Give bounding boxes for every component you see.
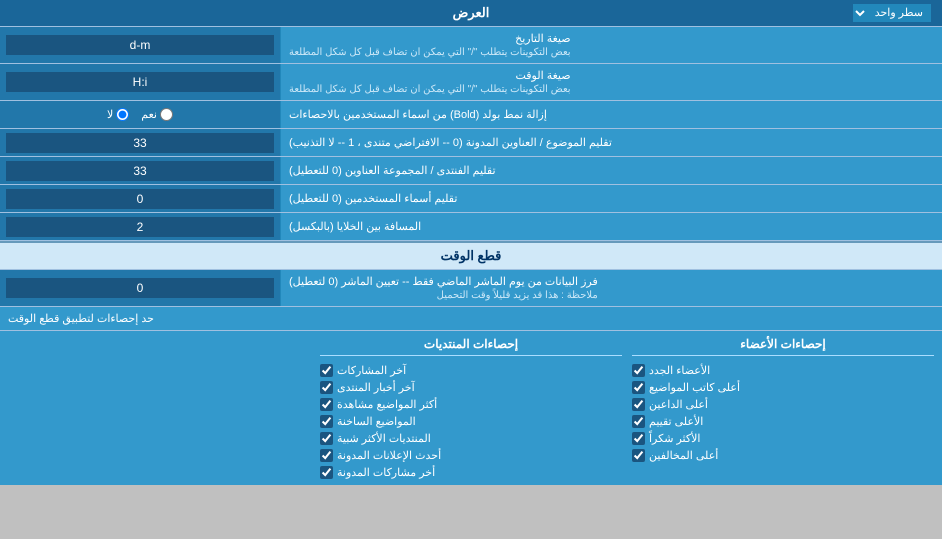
limit-label: حد إحصاءات لتطبيق قطع الوقت xyxy=(8,312,154,325)
cutoff-input[interactable] xyxy=(6,278,274,298)
title-align-row: تقليم الموضوع / العناوين المدونة (0 -- ا… xyxy=(0,129,942,157)
cutoff-section-header: قطع الوقت xyxy=(0,241,942,270)
bold-remove-row: إزالة نمط بولد (Bold) من اسماء المستخدمي… xyxy=(0,101,942,129)
bold-remove-label: إزالة نمط بولد (Bold) من اسماء المستخدمي… xyxy=(280,101,942,128)
checkbox-top-writer: أعلى كاتب المواضيع xyxy=(632,381,934,394)
checkbox-new-members: الأعضاء الجدد xyxy=(632,364,934,377)
checkbox-latest-announcements: أحدث الإعلانات المدونة xyxy=(320,449,622,462)
title-align-input-container xyxy=(0,129,280,156)
date-format-input[interactable] xyxy=(6,35,274,55)
forum-align-input[interactable] xyxy=(6,161,274,181)
checkbox-last-posts: آخر المشاركات xyxy=(320,364,622,377)
checkbox-most-thanks-input[interactable] xyxy=(632,432,645,445)
checkbox-most-similar: المنتديات الأكثر شبية xyxy=(320,432,622,445)
checkbox-last-news-input[interactable] xyxy=(320,381,333,394)
checkbox-top-writer-input[interactable] xyxy=(632,381,645,394)
time-format-input[interactable] xyxy=(6,72,274,92)
checkbox-last-posts-input[interactable] xyxy=(320,364,333,377)
checkbox-top-violations: أعلى المخالفين xyxy=(632,449,934,462)
checkbox-latest-announcements-input[interactable] xyxy=(320,449,333,462)
time-format-input-container xyxy=(0,64,280,100)
forum-align-input-container xyxy=(0,157,280,184)
checkbox-last-news: آخر أخبار المنتدى xyxy=(320,381,622,394)
time-format-label: صيغة الوقت بعض التكوينات يتطلب "/" التي … xyxy=(280,64,942,100)
checkbox-most-similar-input[interactable] xyxy=(320,432,333,445)
checkbox-most-viewed-input[interactable] xyxy=(320,398,333,411)
bold-remove-no[interactable]: لا xyxy=(107,108,129,121)
col2-header: إحصاءات المنتديات xyxy=(320,337,622,356)
checkbox-hot-topics: المواضيع الساخنة xyxy=(320,415,622,428)
date-format-label: صيغة التاريخ بعض التكوينات يتطلب "/" الت… xyxy=(280,27,942,63)
checkbox-most-thanks: الأكثر شكراً xyxy=(632,432,934,445)
cutoff-row: فرز البيانات من يوم الماشر الماضي فقط --… xyxy=(0,270,942,307)
header-title: العرض xyxy=(453,5,490,20)
date-format-input-container xyxy=(0,27,280,63)
title-align-input[interactable] xyxy=(6,133,274,153)
checkbox-last-blog-posts-input[interactable] xyxy=(320,466,333,479)
bold-remove-radio-group: نعم لا xyxy=(0,101,280,128)
stats-forums-col: إحصاءات المنتديات آخر المشاركات آخر أخبا… xyxy=(320,337,622,479)
cell-spacing-input[interactable] xyxy=(6,217,274,237)
checkbox-most-viewed: أكثر المواضيع مشاهدة xyxy=(320,398,622,411)
user-names-label: تقليم أسماء المستخدمين (0 للتعطيل) xyxy=(280,185,942,212)
date-format-row: صيغة التاريخ بعض التكوينات يتطلب "/" الت… xyxy=(0,27,942,64)
forum-align-label: تقليم الفنتدى / المجموعة العناوين (0 للت… xyxy=(280,157,942,184)
checkbox-new-members-input[interactable] xyxy=(632,364,645,377)
cell-spacing-row: المسافة بين الخلايا (بالبكسل) xyxy=(0,213,942,241)
user-names-input[interactable] xyxy=(6,189,274,209)
cell-spacing-label: المسافة بين الخلايا (بالبكسل) xyxy=(280,213,942,240)
checkboxes-section: إحصاءات الأعضاء الأعضاء الجدد أعلى كاتب … xyxy=(0,331,942,485)
checkbox-hot-topics-input[interactable] xyxy=(320,415,333,428)
section-header: العرض سطر واحدسطرينثلاثة أسطر xyxy=(0,0,942,27)
checkbox-top-inviters: أعلى الداعين xyxy=(632,398,934,411)
checkbox-top-violations-input[interactable] xyxy=(632,449,645,462)
cutoff-label: فرز البيانات من يوم الماشر الماضي فقط --… xyxy=(280,270,942,306)
checkbox-top-inviters-input[interactable] xyxy=(632,398,645,411)
user-names-input-container xyxy=(0,185,280,212)
display-dropdown[interactable]: سطر واحدسطرينثلاثة أسطر xyxy=(852,3,932,23)
stats-extra-col xyxy=(8,337,310,479)
title-align-label: تقليم الموضوع / العناوين المدونة (0 -- ا… xyxy=(280,129,942,156)
col1-header: إحصاءات الأعضاء xyxy=(632,337,934,356)
cutoff-input-container xyxy=(0,270,280,306)
cell-spacing-input-container xyxy=(0,213,280,240)
forum-align-row: تقليم الفنتدى / المجموعة العناوين (0 للت… xyxy=(0,157,942,185)
limit-row: حد إحصاءات لتطبيق قطع الوقت xyxy=(0,307,942,331)
checkbox-top-rated: الأعلى تقييم xyxy=(632,415,934,428)
checkbox-last-blog-posts: أخر مشاركات المدونة xyxy=(320,466,622,479)
user-names-row: تقليم أسماء المستخدمين (0 للتعطيل) xyxy=(0,185,942,213)
stats-members-col: إحصاءات الأعضاء الأعضاء الجدد أعلى كاتب … xyxy=(632,337,934,479)
time-format-row: صيغة الوقت بعض التكوينات يتطلب "/" التي … xyxy=(0,64,942,101)
bold-remove-yes[interactable]: نعم xyxy=(141,108,173,121)
checkbox-top-rated-input[interactable] xyxy=(632,415,645,428)
